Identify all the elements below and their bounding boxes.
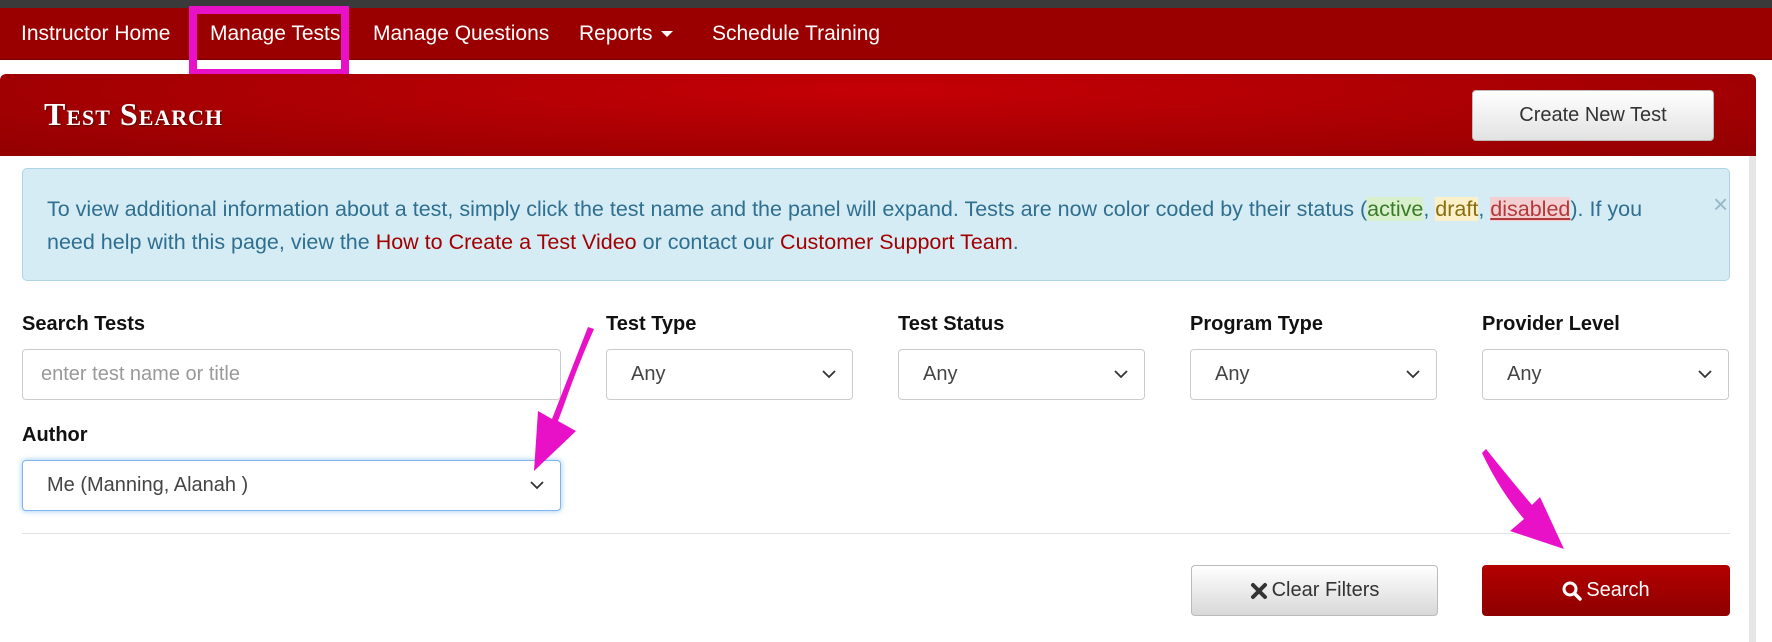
support-link[interactable]: Customer Support Team	[780, 230, 1013, 254]
test-type-select[interactable]: Any	[606, 349, 853, 400]
caret-down-icon	[660, 31, 673, 38]
test-type-value: Any	[631, 363, 666, 385]
main-navbar: Instructor Home Manage Tests Manage Ques…	[0, 8, 1772, 60]
nav-instructor-home[interactable]: Instructor Home	[21, 8, 170, 60]
status-active-label: active	[1367, 197, 1424, 221]
program-type-label: Program Type	[1190, 313, 1323, 335]
alert-sep-1: ,	[1423, 197, 1436, 221]
nav-reports-label: Reports	[579, 22, 653, 45]
chevron-down-icon	[530, 481, 544, 490]
author-value: Me (Manning, Alanah )	[47, 474, 249, 496]
test-status-value: Any	[923, 363, 958, 385]
search-button[interactable]: Search	[1482, 565, 1730, 616]
alert-message: To view additional information about a t…	[47, 193, 1667, 259]
provider-level-value: Any	[1507, 363, 1542, 385]
arrow-icon	[1482, 449, 1564, 549]
chevron-down-icon	[1114, 370, 1128, 379]
video-link[interactable]: How to Create a Test Video	[376, 230, 637, 254]
test-type-label: Test Type	[606, 313, 697, 335]
test-status-label: Test Status	[898, 313, 1005, 335]
program-type-value: Any	[1215, 363, 1250, 385]
alert-sep-2: ,	[1478, 197, 1491, 221]
search-button-label: Search	[1586, 579, 1650, 601]
nav-manage-questions[interactable]: Manage Questions	[373, 8, 549, 60]
search-placeholder: enter test name or title	[41, 363, 240, 385]
create-new-test-button[interactable]: Create New Test	[1472, 90, 1714, 141]
page-title: Test Search	[44, 96, 224, 132]
chevron-down-icon	[1698, 370, 1712, 379]
top-strip	[0, 0, 1772, 8]
status-draft-label: draft	[1435, 197, 1479, 221]
program-type-select[interactable]: Any	[1190, 349, 1437, 400]
panel-scroll-edge	[1749, 156, 1756, 642]
form-divider	[22, 533, 1730, 534]
magnifier-icon	[1562, 581, 1583, 601]
alert-text-4: .	[1012, 230, 1019, 254]
nav-schedule-training[interactable]: Schedule Training	[712, 8, 880, 60]
status-disabled-label: disabled	[1490, 197, 1571, 221]
chevron-down-icon	[1406, 370, 1420, 379]
provider-level-label: Provider Level	[1482, 313, 1620, 335]
author-select[interactable]: Me (Manning, Alanah )	[22, 460, 561, 511]
clear-filters-button[interactable]: Clear Filters	[1191, 565, 1438, 616]
search-tests-label: Search Tests	[22, 313, 146, 335]
chevron-down-icon	[822, 370, 836, 379]
test-status-select[interactable]: Any	[898, 349, 1145, 400]
times-icon	[1250, 582, 1267, 599]
provider-level-select[interactable]: Any	[1482, 349, 1729, 400]
close-icon[interactable]: ×	[1713, 191, 1728, 217]
nav-reports[interactable]: Reports	[579, 8, 673, 60]
author-label: Author	[22, 424, 88, 446]
alert-text-3: or contact our	[636, 230, 781, 254]
alert-text-1: To view additional information about a t…	[47, 197, 1368, 221]
arrow-icon	[534, 327, 594, 471]
nav-manage-tests[interactable]: Manage Tests	[210, 8, 340, 60]
search-tests-input[interactable]: enter test name or title	[22, 349, 561, 400]
info-alert: To view additional information about a t…	[22, 168, 1730, 281]
clear-filters-label: Clear Filters	[1271, 579, 1380, 601]
